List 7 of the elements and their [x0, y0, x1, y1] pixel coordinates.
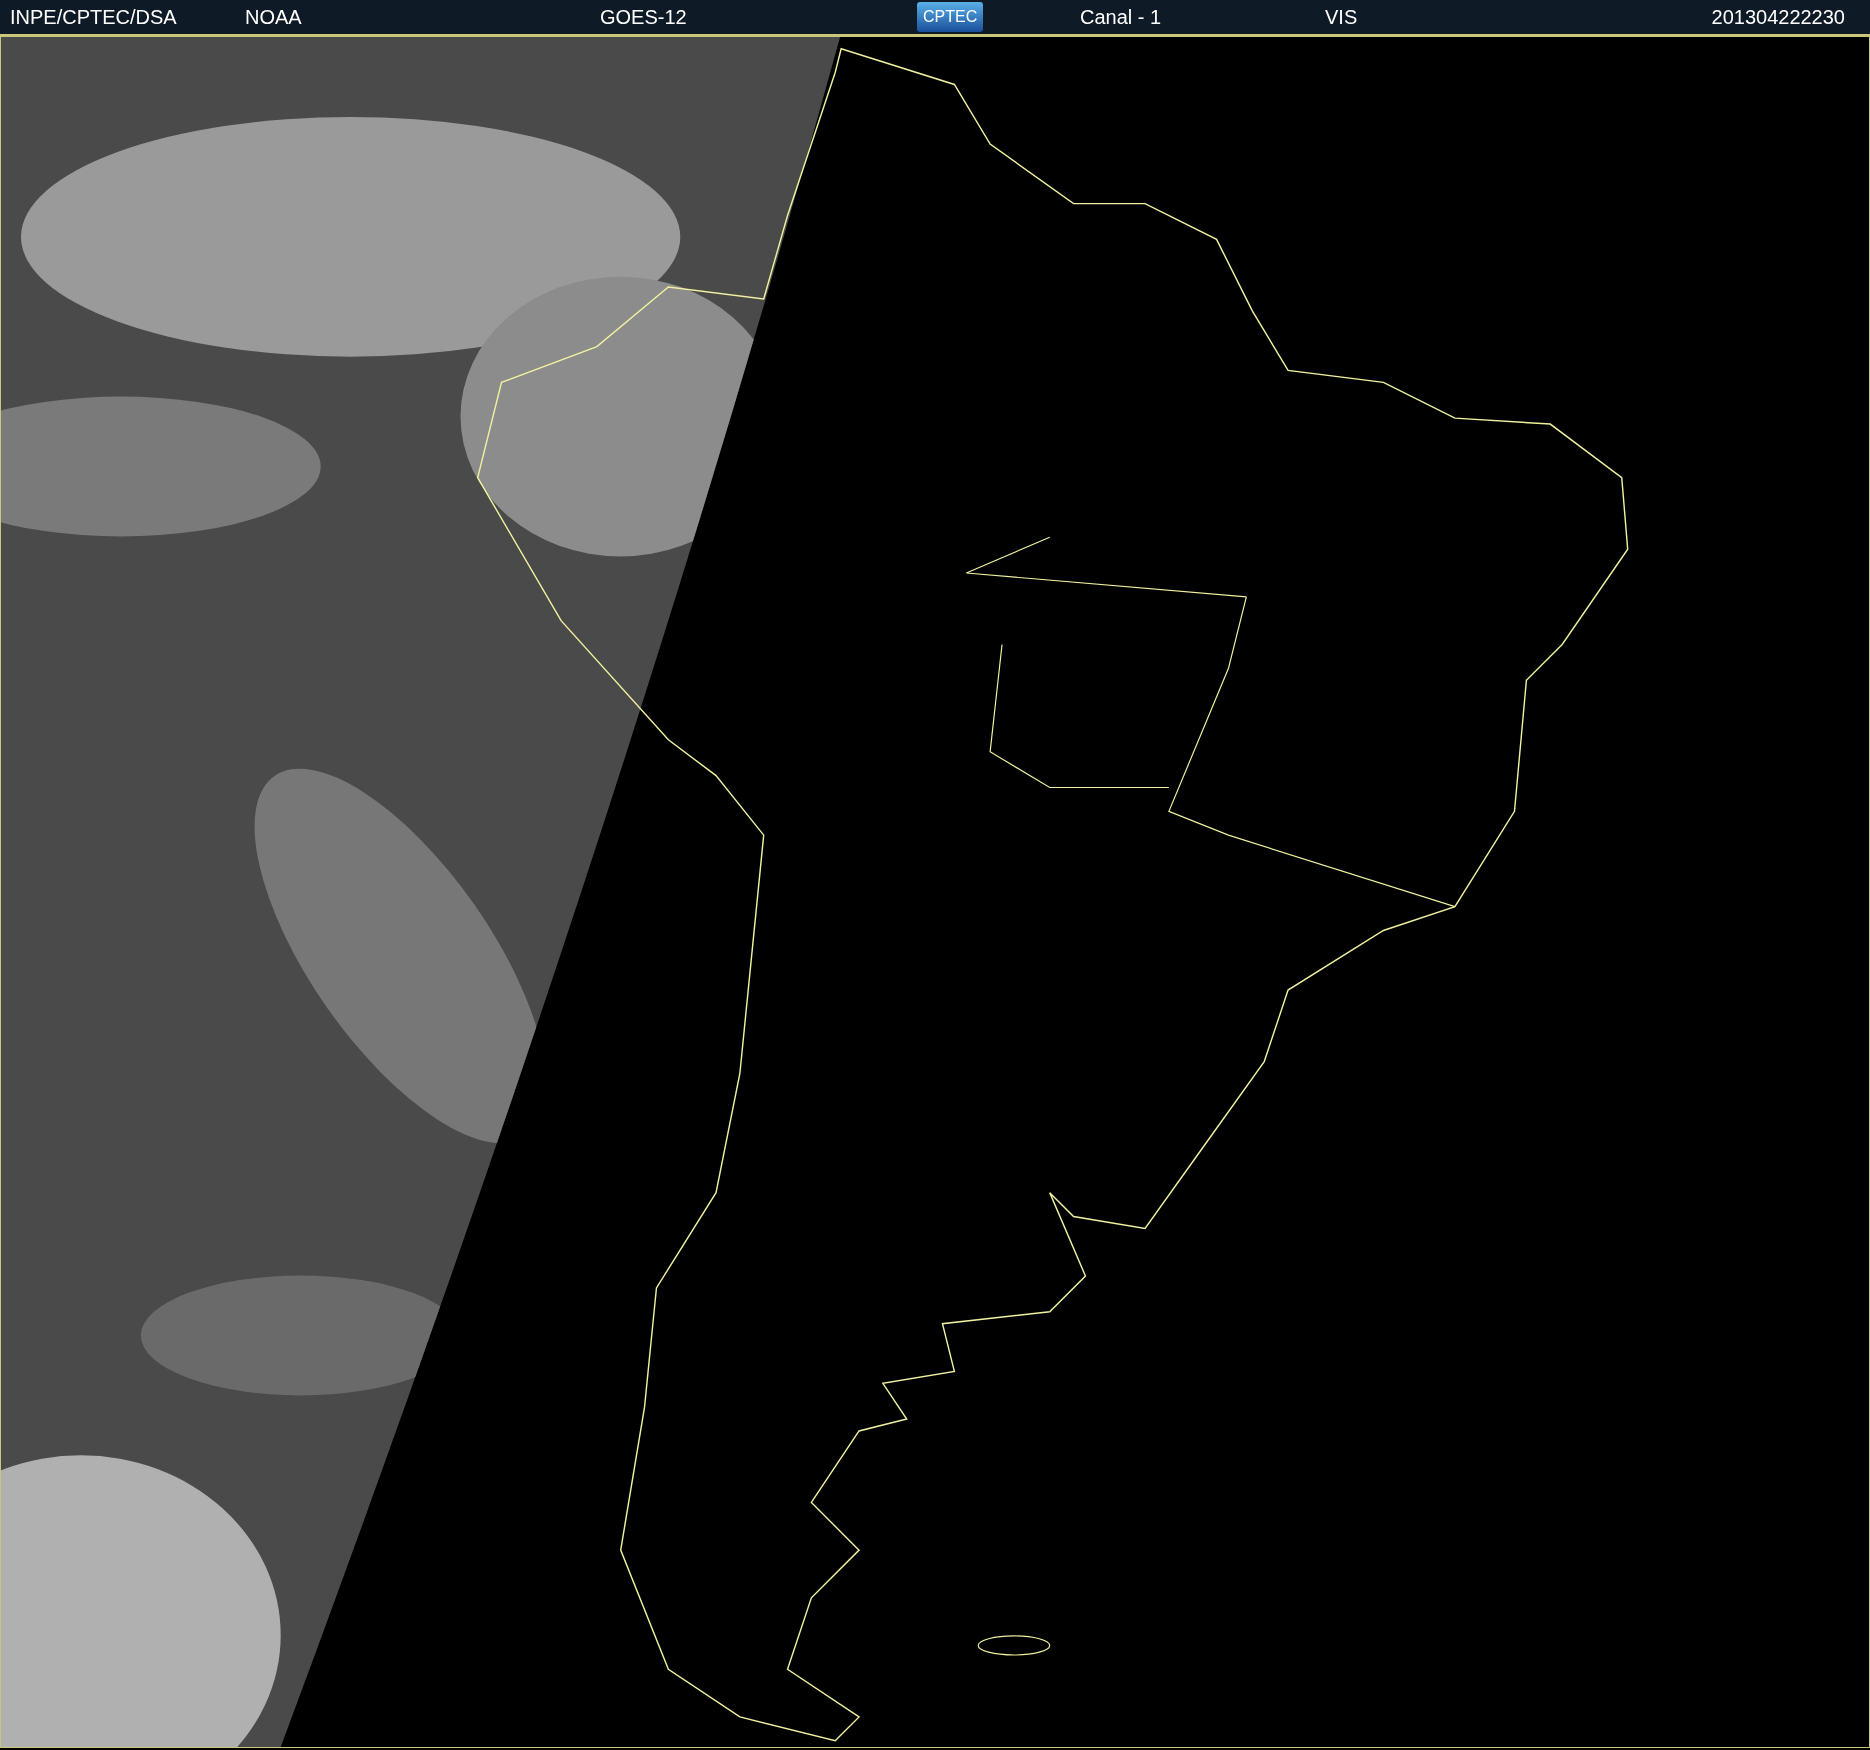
source-label: NOAA — [245, 5, 303, 29]
channel-label: Canal - 1 — [1080, 5, 1163, 29]
agency-label: INPE/CPTEC/DSA — [10, 5, 178, 29]
timestamp: 201304222230 — [1711, 5, 1845, 29]
logo: CPTEC — [917, 2, 984, 32]
satellite-label: GOES-12 — [600, 5, 688, 29]
band-label: VIS — [1325, 5, 1359, 29]
